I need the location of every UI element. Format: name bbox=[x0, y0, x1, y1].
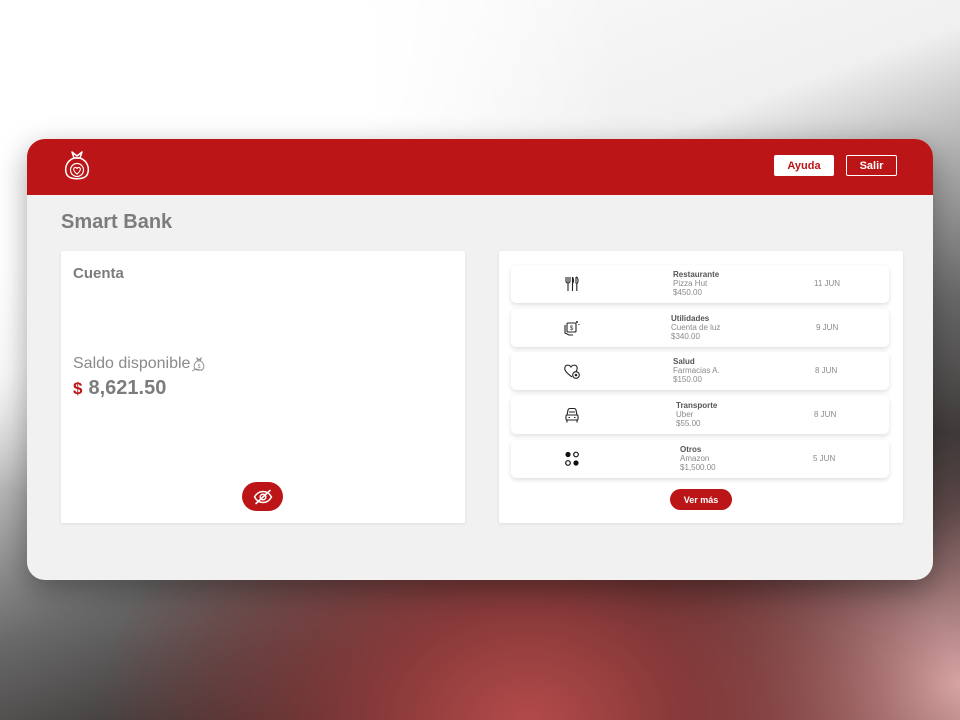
top-bar: Ayuda Salir bbox=[27, 139, 933, 195]
money-bag-icon: $ bbox=[192, 356, 205, 372]
transaction-date: 5 JUN bbox=[813, 454, 836, 463]
car-icon bbox=[565, 407, 579, 423]
dots-grid-icon bbox=[565, 451, 579, 466]
balance-amount: $8,621.50 bbox=[73, 377, 166, 400]
heart-health-icon bbox=[564, 364, 580, 379]
transaction-category: Restaurante bbox=[673, 270, 720, 279]
transaction-date: 11 JUN bbox=[814, 279, 841, 288]
transaction-category: Otros bbox=[680, 445, 702, 454]
transaction-amount: $150.00 bbox=[673, 375, 702, 384]
heart-money-bag-icon[interactable] bbox=[63, 149, 91, 183]
page-title: Smart Bank bbox=[61, 211, 173, 233]
transaction-amount: $1,500.00 bbox=[680, 463, 716, 472]
see-more-button[interactable]: Ver más bbox=[670, 489, 732, 510]
account-title: Cuenta bbox=[73, 265, 124, 282]
transaction-row[interactable]: Otros Amazon $1,500.00 5 JUN bbox=[511, 440, 889, 478]
svg-text:$: $ bbox=[570, 326, 574, 332]
bill-hand-icon: $ bbox=[564, 321, 580, 336]
transaction-amount: $450.00 bbox=[673, 288, 702, 297]
help-button[interactable]: Ayuda bbox=[774, 155, 834, 176]
balance-label-row: Saldo disponible $ bbox=[73, 355, 207, 373]
transaction-amount: $340.00 bbox=[671, 332, 700, 341]
utensils-icon bbox=[565, 276, 579, 291]
transaction-merchant: Cuenta de luz bbox=[671, 323, 721, 332]
transaction-date: 8 JUN bbox=[814, 410, 837, 419]
balance-value: 8,621.50 bbox=[88, 377, 167, 399]
transaction-row[interactable]: Restaurante Pizza Hut $450.00 11 JUN bbox=[511, 265, 889, 303]
eye-off-icon bbox=[253, 489, 272, 504]
balance-label: Saldo disponible bbox=[73, 355, 191, 372]
transaction-merchant: Uber bbox=[676, 410, 694, 419]
transaction-amount: $55.00 bbox=[676, 419, 701, 428]
transaction-category: Transporte bbox=[676, 401, 718, 410]
transaction-date: 9 JUN bbox=[816, 323, 839, 332]
transaction-date: 8 JUN bbox=[815, 366, 838, 375]
transaction-category: Salud bbox=[673, 357, 695, 366]
account-card: Cuenta Saldo disponible $ $8,621.50 bbox=[61, 251, 465, 523]
transaction-merchant: Pizza Hut bbox=[673, 279, 708, 288]
hide-balance-button[interactable] bbox=[242, 482, 283, 511]
transactions-card: Restaurante Pizza Hut $450.00 11 JUN $ U… bbox=[499, 251, 903, 523]
transaction-row[interactable]: Transporte Uber $55.00 8 JUN bbox=[511, 396, 889, 434]
transaction-row[interactable]: $ Utilidades Cuenta de luz $340.00 9 JUN bbox=[511, 309, 889, 347]
transaction-merchant: Amazon bbox=[680, 454, 710, 463]
exit-button[interactable]: Salir bbox=[846, 155, 897, 176]
transaction-merchant: Farmacias A. bbox=[673, 366, 720, 375]
currency-symbol: $ bbox=[73, 379, 83, 398]
transaction-row[interactable]: Salud Farmacias A. $150.00 8 JUN bbox=[511, 352, 889, 390]
transaction-category: Utilidades bbox=[671, 314, 710, 323]
app-window: Ayuda Salir Smart Bank Cuenta Saldo disp… bbox=[27, 139, 933, 580]
